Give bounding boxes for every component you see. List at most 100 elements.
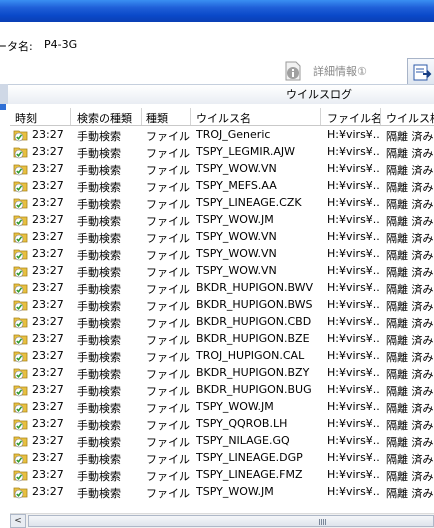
table-row[interactable]: 23:27 手動検索 ファイル BKDR_HUPIGON.BWS H:¥virs¥...… [10, 296, 434, 313]
cell-result: 隔離 済み [386, 368, 434, 381]
quarantined-folder-check-icon [13, 484, 29, 499]
cell-virus: BKDR_HUPIGON.BUG [196, 383, 312, 396]
cell-kind: ファイル [146, 283, 190, 296]
column-header-scan-type[interactable]: 検索の種類 [77, 110, 132, 126]
left-panel-edge [0, 84, 8, 104]
cell-kind: ファイル [146, 419, 190, 432]
cell-scan-type: 手動検索 [77, 334, 121, 347]
cell-file: H:¥virs¥... [327, 145, 380, 158]
cell-result: 隔離 済み [386, 334, 434, 347]
cell-kind: ファイル [146, 368, 190, 381]
cell-file: H:¥virs¥... [327, 213, 380, 226]
cell-time: 23:27 [32, 485, 64, 498]
quarantined-folder-check-icon [13, 263, 29, 278]
cell-time: 23:27 [32, 468, 64, 481]
quarantined-folder-check-icon [13, 178, 29, 193]
cell-scan-type: 手動検索 [77, 198, 121, 211]
cell-scan-type: 手動検索 [77, 130, 121, 143]
table-row[interactable]: 23:27 手動検索 ファイル TSPY_LINEAGE.FMZ H:¥virs¥...… [10, 466, 434, 483]
cell-virus: TSPY_WOW.VN [196, 264, 277, 277]
cell-kind: ファイル [146, 334, 190, 347]
cell-time: 23:27 [32, 281, 64, 294]
cell-result: 隔離 済み [386, 164, 434, 177]
scrollbar-grip [319, 519, 327, 525]
quarantined-folder-check-icon [13, 450, 29, 465]
table-row[interactable]: 23:27 手動検索 ファイル TSPY_WOW.JM H:¥virs¥... 隔離 済み [10, 483, 434, 500]
cell-time: 23:27 [32, 366, 64, 379]
cell-file: H:¥virs¥... [327, 366, 380, 379]
quarantined-folder-check-icon [13, 212, 29, 227]
cell-scan-type: 手動検索 [77, 317, 121, 330]
cell-scan-type: 手動検索 [77, 402, 121, 415]
column-header-kind[interactable]: 種類 [146, 110, 168, 126]
cell-file: H:¥virs¥... [327, 264, 380, 277]
table-row[interactable]: 23:27 手動検索 ファイル BKDR_HUPIGON.BZY H:¥virs¥...… [10, 364, 434, 381]
quarantined-folder-check-icon [13, 467, 29, 482]
cell-virus: TROJ_Generic [196, 128, 271, 141]
cell-scan-type: 手動検索 [77, 147, 121, 160]
cell-file: H:¥virs¥... [327, 349, 380, 362]
quarantined-folder-check-icon [13, 399, 29, 414]
table-row[interactable]: 23:27 手動検索 ファイル TSPY_WOW.VN H:¥virs¥... 隔離 済み [10, 245, 434, 262]
cell-file: H:¥virs¥... [327, 400, 380, 413]
quarantined-folder-check-icon [13, 348, 29, 363]
cell-kind: ファイル [146, 130, 190, 143]
left-panel-selection-marker [0, 104, 6, 110]
table-row[interactable]: 23:27 手動検索 ファイル TSPY_WOW.JM H:¥virs¥... 隔離 済み [10, 398, 434, 415]
table-row[interactable]: 23:27 手動検索 ファイル TSPY_WOW.VN H:¥virs¥... 隔離 済み [10, 262, 434, 279]
cell-virus: TSPY_WOW.JM [196, 485, 274, 498]
scroll-left-arrow-icon[interactable]: < [10, 514, 26, 528]
cell-scan-type: 手動検索 [77, 300, 121, 313]
table-row[interactable]: 23:27 手動検索 ファイル BKDR_HUPIGON.BUG H:¥virs¥...… [10, 381, 434, 398]
cell-kind: ファイル [146, 198, 190, 211]
cell-result: 隔離 済み [386, 198, 434, 211]
cell-scan-type: 手動検索 [77, 368, 121, 381]
table-row[interactable]: 23:27 手動検索 ファイル BKDR_HUPIGON.CBD H:¥virs¥...… [10, 313, 434, 330]
column-header-virus-result[interactable]: ウイルス検 [386, 110, 434, 126]
quarantined-folder-check-icon [13, 314, 29, 329]
scrollbar-thumb[interactable] [28, 515, 434, 527]
cell-result: 隔離 済み [386, 470, 434, 483]
cell-virus: TSPY_NILAGE.GQ [196, 434, 290, 447]
table-row[interactable]: 23:27 手動検索 ファイル TROJ_Generic H:¥virs¥... 隔離 済… [10, 126, 434, 143]
virus-log-table: 時刻 検索の種類 種類 ウイルス名 ファイル名 ウイルス検 23:27手動検索フ… [10, 108, 434, 508]
cell-result: 隔離 済み [386, 215, 434, 228]
table-row[interactable]: 23:27 手動検索 ファイル TROJ_HUPIGON.CAL H:¥virs¥...… [10, 347, 434, 364]
cell-kind: ファイル [146, 147, 190, 160]
column-header-file-name[interactable]: ファイル名 [327, 110, 382, 126]
cell-virus: TSPY_WOW.VN [196, 162, 277, 175]
cell-file: H:¥virs¥... [327, 179, 380, 192]
table-row[interactable]: 23:27 手動検索 ファイル TSPY_LINEAGE.DGP H:¥virs¥...… [10, 449, 434, 466]
cell-result: 隔離 済み [386, 402, 434, 415]
cell-virus: TSPY_LEGMIR.AJW [196, 145, 296, 158]
table-row[interactable]: 23:27 手動検索 ファイル TSPY_WOW.VN H:¥virs¥... 隔離 済み [10, 228, 434, 245]
cell-result: 隔離 済み [386, 249, 434, 262]
table-row[interactable]: 23:27 手動検索 ファイル TSPY_WOW.VN H:¥virs¥... 隔離 済み [10, 160, 434, 177]
cell-kind: ファイル [146, 300, 190, 313]
table-row[interactable]: 23:27 手動検索 ファイル TSPY_NILAGE.GQ H:¥virs¥... 隔離… [10, 432, 434, 449]
table-row[interactable]: 23:27 手動検索 ファイル BKDR_HUPIGON.BZE H:¥virs¥...… [10, 330, 434, 347]
table-row[interactable]: 23:27 手動検索 ファイル TSPY_WOW.JM H:¥virs¥... 隔離 済み [10, 211, 434, 228]
table-row[interactable]: 23:27 手動検索 ファイル TSPY_LEGMIR.AJW H:¥virs¥... 隔… [10, 143, 434, 160]
export-button[interactable] [407, 58, 434, 85]
column-header-time[interactable]: 時刻 [15, 110, 37, 126]
quarantined-folder-check-icon [13, 416, 29, 431]
quarantined-folder-check-icon [13, 280, 29, 295]
info-document-icon[interactable] [283, 61, 303, 81]
table-header: 時刻 検索の種類 種類 ウイルス名 ファイル名 ウイルス検 [10, 108, 434, 126]
quarantined-folder-check-icon [13, 246, 29, 261]
virus-log-panel-header [0, 84, 434, 104]
table-row[interactable]: 23:27 手動検索 ファイル TSPY_MEFS.AA H:¥virs¥... 隔離 済… [10, 177, 434, 194]
cell-time: 23:27 [32, 451, 64, 464]
table-row[interactable]: 23:27 手動検索 ファイル TSPY_LINEAGE.CZK H:¥virs¥...… [10, 194, 434, 211]
cell-scan-type: 手動検索 [77, 436, 121, 449]
cell-file: H:¥virs¥... [327, 315, 380, 328]
cell-scan-type: 手動検索 [77, 215, 121, 228]
detail-info-button[interactable]: 詳細情報① [313, 63, 367, 79]
table-row[interactable]: 23:27 手動検索 ファイル BKDR_HUPIGON.BWV H:¥virs¥...… [10, 279, 434, 296]
table-row[interactable]: 23:27 手動検索 ファイル TSPY_QQROB.LH H:¥virs¥... 隔離 … [10, 415, 434, 432]
column-header-virus-name[interactable]: ウイルス名 [196, 110, 251, 126]
horizontal-scrollbar[interactable]: < [10, 513, 434, 528]
cell-time: 23:27 [32, 213, 64, 226]
cell-time: 23:27 [32, 332, 64, 345]
